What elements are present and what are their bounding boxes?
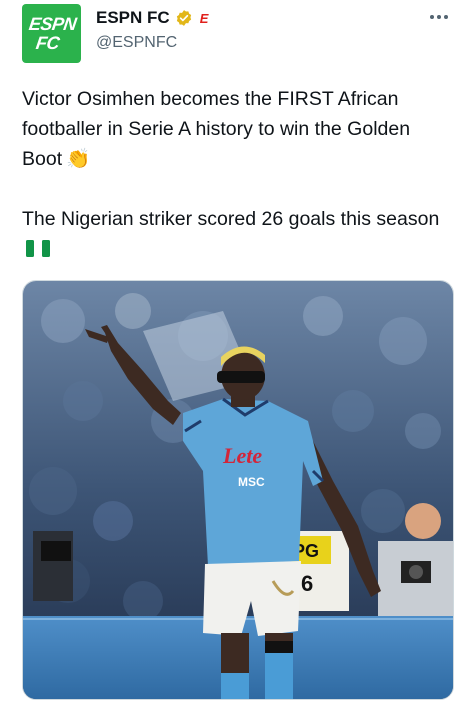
tweet-text-paragraph-1: Victor Osimhen becomes the FIRST African… <box>22 84 452 174</box>
avatar[interactable]: ESPN FC <box>22 4 81 63</box>
photographer-bib-number: 6 <box>301 571 313 596</box>
clapping-hands-icon: 👏 <box>66 148 91 170</box>
avatar-logo-line2: FC <box>34 33 61 53</box>
espn-affiliate-badge: E <box>199 10 209 26</box>
avatar-logo-line1: ESPN <box>27 14 78 34</box>
gold-verified-check-icon[interactable] <box>175 9 193 27</box>
tweet-header: ESPN FC ESPN FC E @ESPNFC <box>0 0 474 70</box>
tweet-media-photo[interactable]: PG 6 Lete MSC <box>22 280 454 700</box>
more-options-icon[interactable] <box>424 6 454 28</box>
account-name[interactable]: ESPN FC <box>96 8 170 28</box>
account-handle[interactable]: @ESPNFC <box>96 34 177 52</box>
tweet-text-paragraph-2: The Nigerian striker scored 26 goals thi… <box>22 204 452 264</box>
name-row: ESPN FC E <box>96 8 208 28</box>
player-photo: PG 6 Lete MSC <box>23 281 453 699</box>
kit-sponsor-2-text: MSC <box>238 475 265 489</box>
kit-sponsor-text: Lete <box>222 443 262 468</box>
tweet-text-line2: The Nigerian striker scored 26 goals thi… <box>22 208 440 230</box>
nigeria-flag-icon <box>26 240 50 257</box>
